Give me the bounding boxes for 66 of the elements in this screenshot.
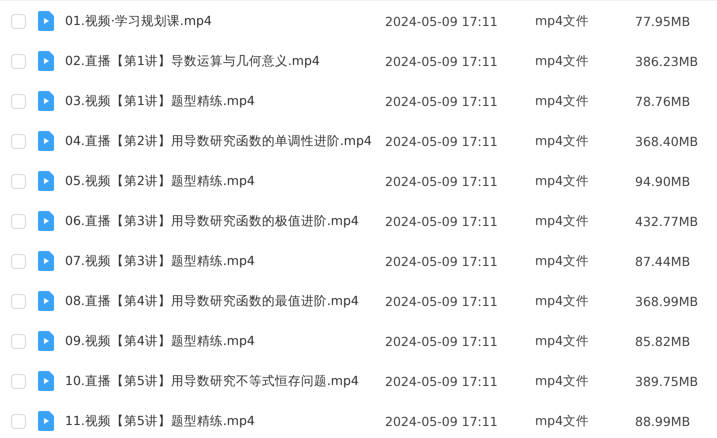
checkbox[interactable]	[11, 14, 26, 28]
file-name[interactable]: 11.视频【第5讲】题型精练.mp4	[65, 412, 385, 430]
file-type: mp4文件	[535, 52, 590, 70]
file-size: 87.44MB	[635, 254, 690, 268]
file-name[interactable]: 05.视频【第2讲】题型精练.mp4	[65, 172, 385, 190]
video-file-icon	[38, 251, 54, 271]
checkbox[interactable]	[11, 174, 26, 188]
file-name[interactable]: 04.直播【第2讲】用导数研究函数的单调性进阶.mp4	[65, 132, 385, 150]
file-type: mp4文件	[535, 132, 590, 150]
checkbox[interactable]	[11, 214, 26, 228]
checkbox[interactable]	[11, 54, 26, 68]
file-size: 432.77MB	[635, 214, 698, 228]
checkbox[interactable]	[11, 254, 26, 268]
file-size: 368.40MB	[635, 134, 698, 148]
video-file-icon	[38, 331, 54, 351]
video-file-icon	[38, 411, 54, 431]
checkbox[interactable]	[11, 374, 26, 388]
checkbox[interactable]	[11, 94, 26, 108]
file-name[interactable]: 07.视频【第3讲】题型精练.mp4	[65, 252, 385, 270]
file-type: mp4文件	[535, 172, 590, 190]
file-type: mp4文件	[535, 252, 590, 270]
video-file-icon	[38, 91, 54, 111]
modified-date: 2024-05-09 17:11	[385, 414, 499, 428]
video-file-icon	[38, 171, 54, 191]
modified-date: 2024-05-09 17:11	[385, 54, 499, 68]
checkbox[interactable]	[11, 414, 26, 428]
modified-date: 2024-05-09 17:11	[385, 214, 499, 228]
video-file-icon	[38, 51, 54, 71]
file-size: 94.90MB	[635, 174, 690, 188]
modified-date: 2024-05-09 17:11	[385, 134, 499, 148]
file-type: mp4文件	[535, 372, 590, 390]
file-name[interactable]: 06.直播【第3讲】用导数研究函数的极值进阶.mp4	[65, 212, 385, 230]
modified-date: 2024-05-09 17:11	[385, 174, 499, 188]
modified-date: 2024-05-09 17:11	[385, 14, 499, 28]
checkbox[interactable]	[11, 134, 26, 148]
file-type: mp4文件	[535, 332, 590, 350]
file-size: 85.82MB	[635, 334, 690, 348]
file-type: mp4文件	[535, 92, 590, 110]
file-name[interactable]: 08.直播【第4讲】用导数研究函数的最值进阶.mp4	[65, 292, 385, 310]
modified-date: 2024-05-09 17:11	[385, 374, 499, 388]
file-type: mp4文件	[535, 292, 590, 310]
video-file-icon	[38, 131, 54, 151]
file-type: mp4文件	[535, 412, 590, 430]
file-name[interactable]: 10.直播【第5讲】用导数研究不等式恒存问题.mp4	[65, 372, 385, 390]
file-size: 77.95MB	[635, 14, 690, 28]
file-size: 78.76MB	[635, 94, 690, 108]
video-file-icon	[38, 11, 54, 31]
modified-date: 2024-05-09 17:11	[385, 94, 499, 108]
video-file-icon	[38, 291, 54, 311]
file-name[interactable]: 09.视频【第4讲】题型精练.mp4	[65, 332, 385, 350]
checkbox[interactable]	[11, 294, 26, 308]
file-type: mp4文件	[535, 212, 590, 230]
checkbox[interactable]	[11, 334, 26, 348]
file-size: 386.23MB	[635, 54, 698, 68]
video-file-icon	[38, 211, 54, 231]
file-size: 368.99MB	[635, 294, 698, 308]
file-size: 88.99MB	[635, 414, 690, 428]
modified-date: 2024-05-09 17:11	[385, 334, 499, 348]
modified-date: 2024-05-09 17:11	[385, 294, 499, 308]
file-size: 389.75MB	[635, 374, 698, 388]
file-name[interactable]: 02.直播【第1讲】导数运算与几何意义.mp4	[65, 52, 385, 70]
file-type: mp4文件	[535, 12, 590, 30]
file-name[interactable]: 03.视频【第1讲】题型精练.mp4	[65, 92, 385, 110]
video-file-icon	[38, 371, 54, 391]
file-name[interactable]: 01.视频·学习规划课.mp4	[65, 12, 385, 30]
modified-date: 2024-05-09 17:11	[385, 254, 499, 268]
